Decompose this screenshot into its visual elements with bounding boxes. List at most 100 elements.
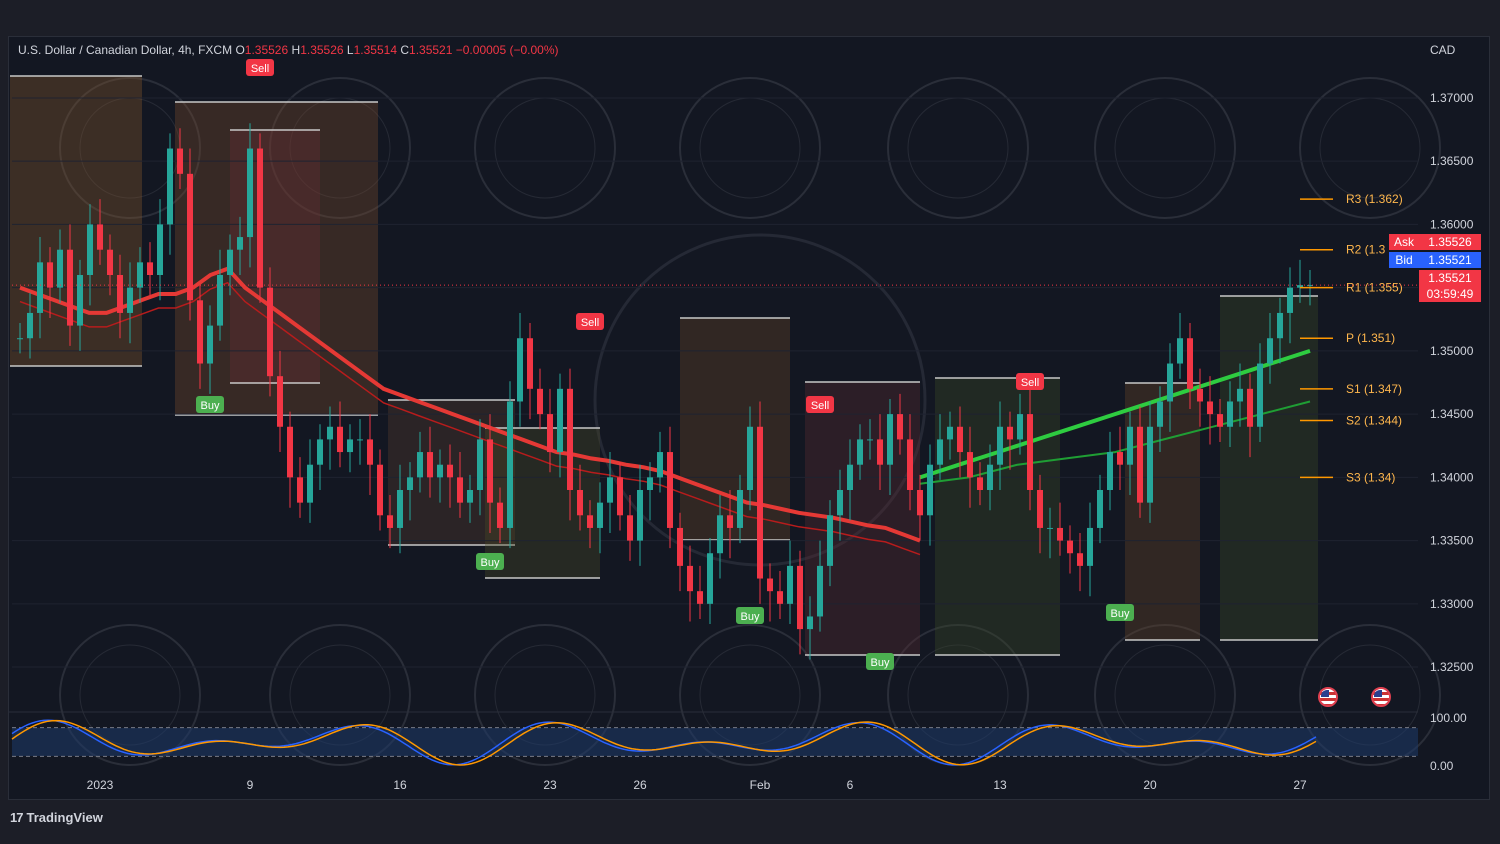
watermark-seal-inner: [1114, 97, 1216, 199]
candle-body: [607, 477, 613, 503]
watermark-seal: [887, 77, 1029, 219]
x-tick-label: 16: [393, 778, 407, 792]
x-tick-label: 9: [247, 778, 254, 792]
candle-body: [197, 300, 203, 364]
candle-body: [357, 439, 363, 441]
candle-body: [827, 515, 833, 566]
bid-tag[interactable]: Bid 1.35521: [1389, 252, 1481, 268]
candle-body: [347, 439, 353, 453]
candle-body: [1127, 426, 1133, 465]
candle-body: [107, 249, 113, 275]
high-value: 1.35526: [300, 43, 344, 57]
oscillator-tick: 100.00: [1430, 711, 1467, 725]
candle-body: [17, 338, 23, 340]
symbol-legend[interactable]: U.S. Dollar / Canadian Dollar, 4h, FXCM …: [18, 43, 559, 57]
candle-body: [557, 388, 563, 453]
ask-tag[interactable]: Ask 1.35526: [1389, 234, 1481, 250]
candle-body: [1097, 490, 1103, 528]
candle-body: [807, 616, 813, 630]
candle-body: [497, 502, 503, 528]
candle-body: [667, 452, 673, 528]
candle-body: [857, 439, 863, 465]
candle-body: [1147, 426, 1153, 503]
candle-body: [1197, 388, 1203, 402]
candle-body: [297, 477, 303, 503]
tradingview-logo-mark: 17: [10, 810, 24, 825]
buy-signal-label: Buy: [201, 400, 220, 412]
sell-signal-label: Sell: [811, 400, 829, 412]
candle-body: [1027, 414, 1033, 490]
candle-body: [757, 426, 763, 579]
candle-body: [967, 452, 973, 478]
x-tick-label: 13: [993, 778, 1007, 792]
candle-body: [567, 388, 573, 490]
pivot-label: S1 (1.347): [1346, 382, 1402, 396]
low-value: 1.35514: [353, 43, 397, 57]
chart-canvas[interactable]: R3 (1.362) R2 (1.3 R1 (1.355) P (1.351) S1 (…: [0, 0, 1500, 844]
candle-body: [1177, 338, 1183, 364]
candle-body: [787, 565, 793, 604]
candle-body: [577, 490, 583, 516]
x-tick-label: 2023: [87, 778, 114, 792]
last-price: 1.35521: [1428, 271, 1472, 285]
candle-body: [837, 490, 843, 516]
open-label: O: [235, 43, 245, 57]
candle-body: [847, 464, 853, 490]
ask-label: Ask: [1389, 234, 1419, 250]
currency-label: CAD: [1430, 43, 1456, 57]
candle-body: [897, 414, 903, 440]
us-flag-icon[interactable]: [1371, 687, 1391, 707]
pivot-label: R3 (1.362): [1346, 192, 1403, 206]
y-tick-label: 1.34500: [1430, 407, 1474, 421]
zone-layer: [10, 75, 1318, 656]
candle-body: [1037, 490, 1043, 528]
candle-body: [187, 173, 193, 301]
candle-body: [797, 565, 803, 630]
candle-body: [1107, 452, 1113, 490]
x-tick-label: Feb: [750, 778, 771, 792]
tradingview-logo[interactable]: 17 TradingView: [10, 810, 103, 825]
buy-signal-label: Buy: [1111, 608, 1130, 620]
candle-body: [1167, 363, 1173, 402]
candle-body: [387, 515, 393, 528]
last-price-tag[interactable]: 1.35521 03:59:49: [1419, 270, 1481, 302]
candle-body: [927, 464, 933, 516]
candle-body: [447, 464, 453, 478]
pivot-label: P (1.351): [1346, 331, 1395, 345]
close-value: 1.35521: [409, 43, 453, 57]
y-tick-label: 1.36500: [1430, 154, 1474, 168]
candle-body: [37, 262, 43, 313]
candle-body: [1287, 287, 1293, 313]
bid-label: Bid: [1389, 252, 1419, 268]
candle-body: [487, 439, 493, 503]
range-zone: [230, 130, 320, 383]
watermark-seal-inner: [494, 97, 596, 199]
candle-body: [597, 502, 603, 528]
x-tick-label: 6: [847, 778, 854, 792]
candle-body: [1137, 426, 1143, 503]
candle-body: [647, 477, 653, 490]
candle-body: [427, 452, 433, 478]
candle-body: [247, 148, 253, 238]
candle-body: [987, 464, 993, 490]
symbol-name: U.S. Dollar / Canadian Dollar, 4h, FXCM: [18, 43, 233, 57]
candle-body: [1047, 527, 1053, 529]
candle-body: [1277, 312, 1283, 339]
candle-body: [67, 249, 73, 326]
candle-body: [217, 275, 223, 326]
candle-body: [177, 148, 183, 174]
candle-body: [547, 414, 553, 453]
candle-body: [1007, 426, 1013, 440]
buy-signal-label: Buy: [481, 557, 500, 569]
candle-body: [27, 312, 33, 339]
candle-body: [97, 224, 103, 250]
candle-body: [587, 515, 593, 528]
candle-body: [1077, 553, 1083, 566]
y-tick-label: 1.32500: [1430, 660, 1474, 674]
us-flag-icon[interactable]: [1318, 687, 1338, 707]
x-tick-label: 26: [633, 778, 647, 792]
candle-body: [747, 426, 753, 490]
y-tick-label: 1.35000: [1430, 344, 1474, 358]
sell-signal-label: Sell: [581, 317, 599, 329]
candle-body: [377, 464, 383, 516]
